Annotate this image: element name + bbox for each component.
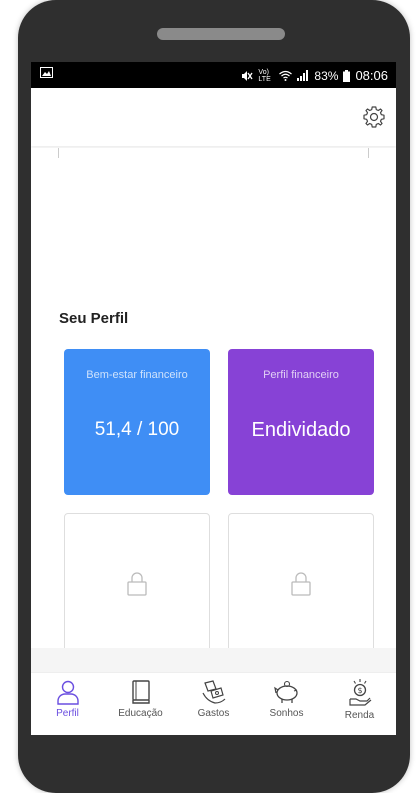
card-value: Endividado xyxy=(251,419,351,441)
profile-content: Seu Perfil Bem-estar financeiro 51,4 / 1… xyxy=(31,148,396,659)
card-label: Perfil financeiro xyxy=(263,369,339,381)
battery-percent: 83% xyxy=(314,68,339,83)
scroll-hint-left xyxy=(58,148,59,158)
scroll-hint-right xyxy=(368,148,369,158)
nav-label: Perfil xyxy=(56,708,79,719)
card-label: Bem-estar financeiro xyxy=(86,369,188,381)
mute-icon xyxy=(242,70,253,81)
locked-card[interactable] xyxy=(228,513,374,659)
nav-item-educacao[interactable]: Educação xyxy=(106,673,176,719)
image-notification-icon xyxy=(40,67,53,78)
status-bar: Vo) LTE 83% 08:06 xyxy=(31,62,396,88)
signal-icon xyxy=(297,70,309,81)
money-icon xyxy=(201,680,225,704)
phone-speaker xyxy=(157,28,285,40)
nav-label: Renda xyxy=(344,710,375,721)
phone-frame: Vo) LTE 83% 08:06 Seu Perfil Bem-estar f… xyxy=(18,0,410,793)
nav-item-gastos[interactable]: Gastos xyxy=(179,673,249,719)
financial-profile-card[interactable]: Perfil financeiro Endividado xyxy=(228,349,374,495)
nav-item-sonhos[interactable]: Sonhos xyxy=(252,673,322,719)
bottom-navigation: Perfil Educação Gastos Sonhos $ Renda xyxy=(31,672,396,735)
book-icon xyxy=(131,680,150,704)
section-title: Seu Perfil xyxy=(59,310,129,327)
app-screen: Vo) LTE 83% 08:06 Seu Perfil Bem-estar f… xyxy=(31,62,396,735)
network-label: Vo) LTE xyxy=(258,68,271,83)
income-icon: $ xyxy=(348,679,371,706)
card-value: 51,4 / 100 xyxy=(94,419,180,440)
app-bar xyxy=(31,88,396,146)
wifi-icon xyxy=(279,70,293,81)
lock-icon xyxy=(127,572,147,596)
battery-icon xyxy=(343,69,351,82)
content-bottom-band xyxy=(31,648,396,672)
nav-item-renda[interactable]: $ Renda xyxy=(325,673,395,721)
svg-text:$: $ xyxy=(357,686,362,695)
lock-icon xyxy=(291,572,311,596)
nav-item-perfil[interactable]: Perfil xyxy=(33,673,103,719)
financial-wellbeing-card[interactable]: Bem-estar financeiro 51,4 / 100 xyxy=(64,349,210,495)
nav-label: Sonhos xyxy=(269,708,304,719)
locked-card[interactable] xyxy=(64,513,210,659)
gear-icon[interactable] xyxy=(362,105,386,129)
user-icon xyxy=(56,680,79,705)
piggy-bank-icon xyxy=(273,680,298,703)
nav-label: Gastos xyxy=(197,708,230,719)
clock: 08:06 xyxy=(355,68,388,83)
nav-label: Educação xyxy=(118,708,163,719)
